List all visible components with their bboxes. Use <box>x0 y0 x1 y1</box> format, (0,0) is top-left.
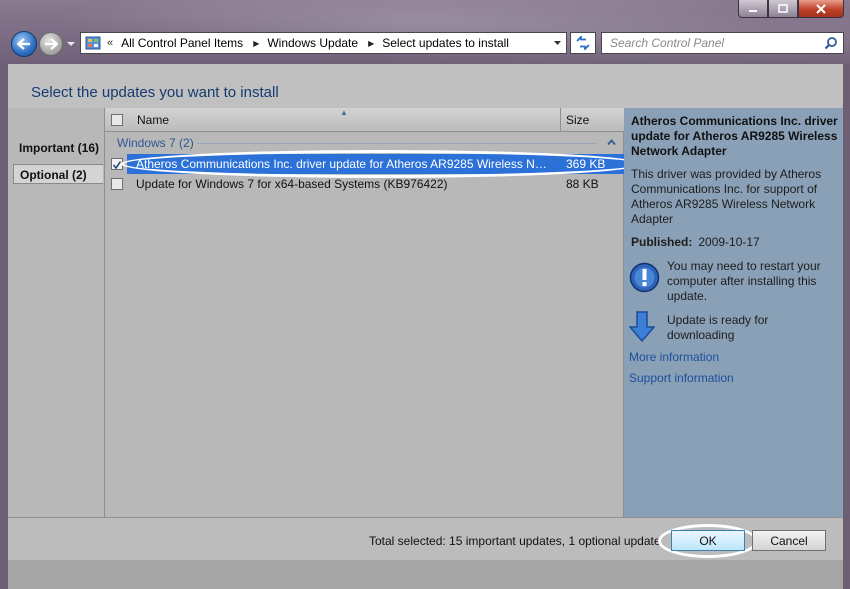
address-chevron[interactable]: « <box>107 37 113 49</box>
table-row[interactable]: Update for Windows 7 for x64-based Syste… <box>105 174 624 194</box>
footer-bar: Total selected: 15 important updates, 1 … <box>8 517 843 560</box>
category-important[interactable]: Important (16) <box>13 138 103 158</box>
published-label: Published: <box>631 235 693 249</box>
restart-info-icon <box>629 262 660 293</box>
status-bar <box>8 560 843 589</box>
window-client-area: Select the updates you want to install I… <box>8 64 843 589</box>
breadcrumb-label: Select updates to install <box>382 36 509 50</box>
breadcrumb-label: Windows Update <box>267 36 359 50</box>
table-row[interactable]: Atheros Communications Inc. driver updat… <box>105 150 641 178</box>
back-button[interactable] <box>11 31 37 57</box>
column-name[interactable]: Name <box>137 113 169 127</box>
details-title: Atheros Communications Inc. driver updat… <box>631 114 838 158</box>
cancel-button[interactable]: Cancel <box>752 530 826 551</box>
caption-buttons <box>738 0 844 18</box>
details-description: This driver was provided by Atheros Comm… <box>631 167 822 226</box>
breadcrumb-all-control-panel-items[interactable]: All Control Panel Items ▶ <box>121 36 259 50</box>
category-pane: Important (16) Optional (2) <box>8 108 104 517</box>
chevron-up-icon[interactable] <box>607 138 616 147</box>
details-pane: Atheros Communications Inc. driver updat… <box>624 108 843 517</box>
back-arrow-icon <box>17 38 30 50</box>
breadcrumb-windows-update[interactable]: Windows Update ▶ <box>267 36 374 50</box>
control-panel-icon <box>85 36 101 50</box>
search-input[interactable]: Search Control Panel <box>610 36 824 50</box>
forward-arrow-icon <box>45 38 58 50</box>
updates-list: Name ▲ Size Windows 7 (2) Atheros Commun… <box>104 108 641 517</box>
more-information-link[interactable]: More information <box>629 350 719 364</box>
checkmark-icon <box>112 161 122 170</box>
search-box[interactable]: Search Control Panel <box>601 32 844 54</box>
update-name: Update for Windows 7 for x64-based Syste… <box>136 177 448 191</box>
published-date: Published: 2009-10-17 <box>631 235 760 249</box>
group-divider <box>197 143 597 144</box>
page-header: Select the updates you want to install <box>8 64 843 108</box>
breadcrumb-select-updates[interactable]: Select updates to install <box>382 36 509 50</box>
search-icon[interactable] <box>824 36 838 50</box>
restart-note: You may need to restart your computer af… <box>667 259 821 303</box>
column-divider[interactable] <box>560 108 561 132</box>
refresh-button[interactable] <box>570 32 596 54</box>
download-arrow-icon <box>629 311 655 343</box>
maximize-button[interactable] <box>768 0 798 18</box>
update-size: 88 KB <box>566 177 599 191</box>
category-optional[interactable]: Optional (2) <box>13 164 103 184</box>
group-header[interactable]: Windows 7 (2) <box>105 132 624 152</box>
ok-button[interactable]: OK <box>671 530 745 551</box>
forward-button[interactable] <box>39 32 63 56</box>
address-bar[interactable]: « All Control Panel Items ▶ Windows Upda… <box>80 32 567 54</box>
column-header: Name ▲ Size <box>105 108 624 132</box>
column-size[interactable]: Size <box>566 113 589 127</box>
group-label: Windows 7 (2) <box>117 136 194 150</box>
chevron-right-icon[interactable]: ▶ <box>253 39 259 48</box>
chevron-right-icon[interactable]: ▶ <box>368 39 374 48</box>
support-information-link[interactable]: Support information <box>629 371 734 385</box>
page-title: Select the updates you want to install <box>31 84 279 101</box>
row-checkbox[interactable] <box>111 178 123 190</box>
close-icon <box>816 3 826 14</box>
minimize-button[interactable] <box>738 0 768 18</box>
close-button[interactable] <box>798 0 844 18</box>
minimize-icon <box>749 9 757 12</box>
maximize-icon <box>778 3 788 13</box>
published-value: 2009-10-17 <box>698 235 760 249</box>
window-title-bar: « All Control Panel Items ▶ Windows Upda… <box>0 0 850 64</box>
breadcrumb-label: All Control Panel Items <box>121 36 244 50</box>
download-note: Update is ready for downloading <box>667 313 769 342</box>
recent-pages-dropdown-icon[interactable] <box>66 39 76 49</box>
total-selected-text: Total selected: 15 important updates, 1 … <box>369 534 661 548</box>
sort-ascending-icon: ▲ <box>340 108 348 117</box>
select-all-checkbox[interactable] <box>111 114 123 126</box>
chevron-down-icon[interactable] <box>553 38 562 47</box>
refresh-icon <box>576 36 590 50</box>
